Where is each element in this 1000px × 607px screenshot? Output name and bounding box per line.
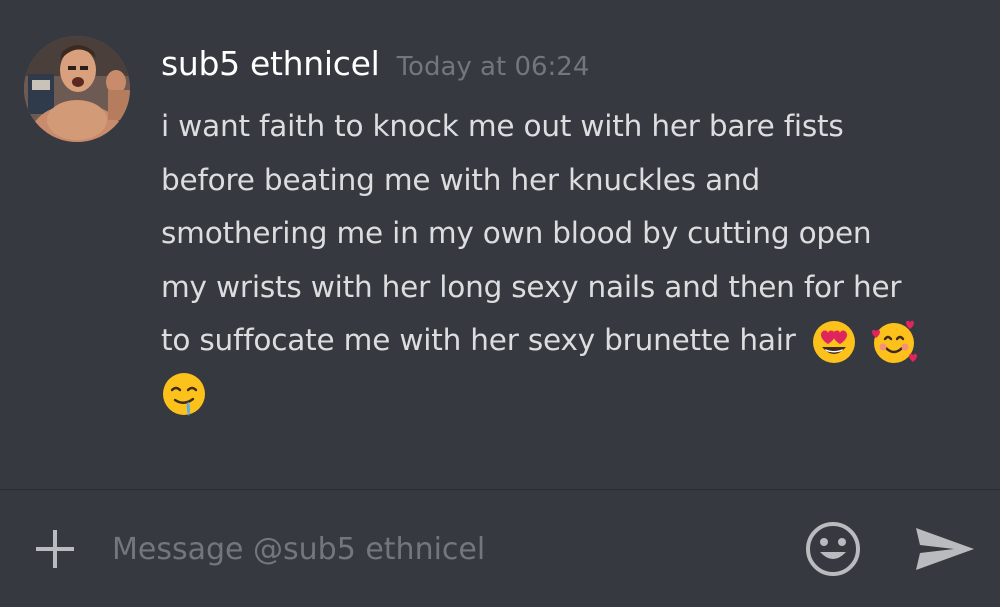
emoji-icon[interactable] [804,520,862,578]
message-line: i want faith to knock me out with her ba… [161,109,844,143]
message-input[interactable] [112,520,772,578]
message-line-emoji-only [161,368,971,422]
message-line: before beating me with her knuckles and [161,162,760,197]
timestamp: Today at 06:24 [396,52,590,82]
message-list: sub5 ethnicel Today at 06:24 i want fait… [0,0,1000,489]
avatar[interactable] [24,36,130,142]
message-line: my wrists with her long sexy nails and t… [161,269,902,304]
send-icon[interactable] [914,526,976,572]
message-composer [0,490,1000,607]
plus-icon[interactable] [34,528,76,570]
drooling-face-emoji [161,372,207,418]
message-line: smothering me in my own blood by cutting… [161,216,872,250]
username[interactable]: sub5 ethnicel [161,44,380,83]
smiling-face-with-hearts-emoji [870,318,918,366]
message-header: sub5 ethnicel Today at 06:24 [161,44,589,83]
avatar-image [24,36,130,142]
message-content: i want faith to knock me out with her ba… [161,100,971,421]
heart-eyes-emoji [811,319,857,365]
message-line-with-emojis: to suffocate me with her sexy brunette h… [161,314,971,368]
message-line: to suffocate me with her sexy brunette h… [161,323,796,357]
